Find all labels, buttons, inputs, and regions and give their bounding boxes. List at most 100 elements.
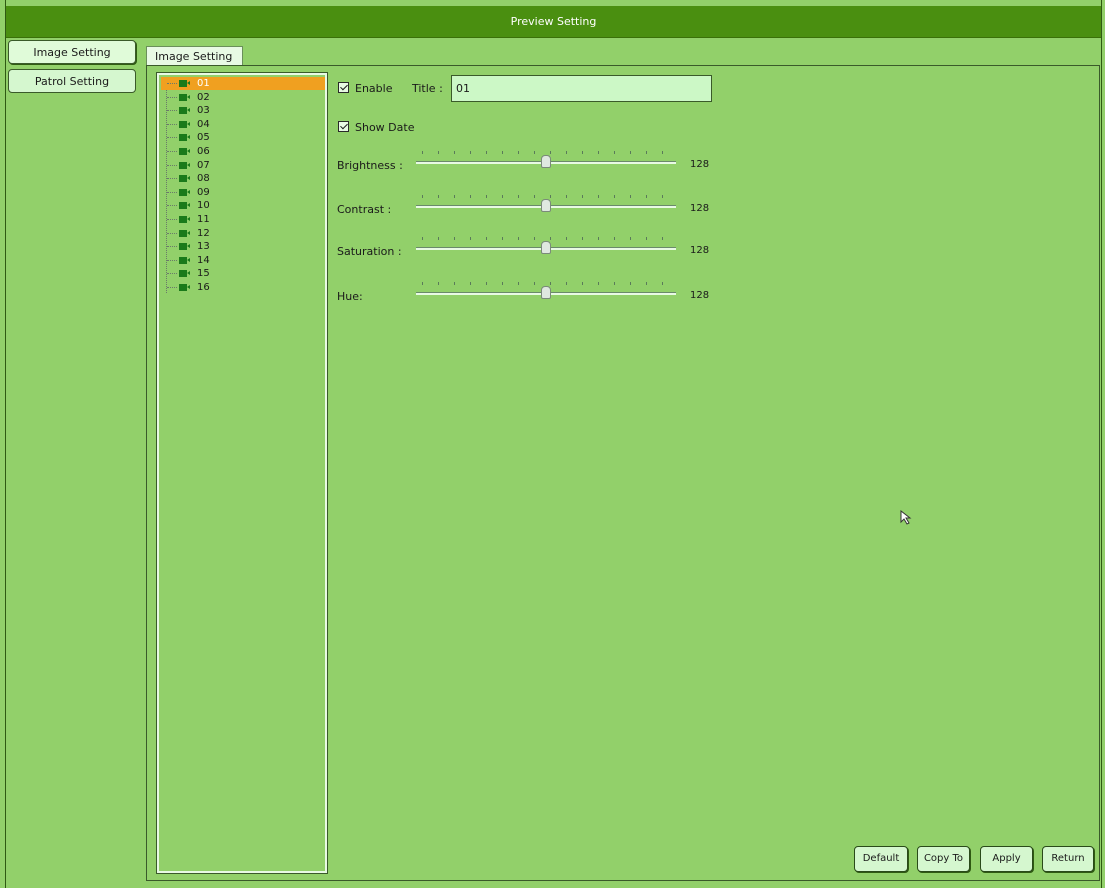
slider-label-3: Hue:	[337, 290, 363, 303]
tree-branch-line	[167, 246, 177, 248]
camera-icon	[179, 229, 190, 237]
slider-thumb[interactable]	[541, 155, 551, 168]
slider-label-0: Brightness :	[337, 159, 403, 172]
slider-tick	[438, 237, 439, 240]
slider-1[interactable]	[416, 195, 676, 217]
tree-item-channel-09[interactable]: 09	[161, 186, 325, 199]
window-title: Preview Setting	[6, 6, 1101, 38]
copy-to-button[interactable]: Copy To	[917, 846, 970, 872]
sidebar-item-image-setting[interactable]: Image Setting	[8, 40, 136, 64]
tree-item-channel-08[interactable]: 08	[161, 172, 325, 185]
camera-icon	[179, 161, 190, 169]
slider-tick	[454, 151, 455, 154]
slider-tick	[598, 195, 599, 198]
slider-tick	[422, 195, 423, 198]
slider-2[interactable]	[416, 237, 676, 259]
tree-branch-line	[167, 151, 177, 152]
slider-3[interactable]	[416, 282, 676, 304]
slider-tick	[486, 282, 487, 285]
camera-icon	[179, 93, 190, 101]
return-button[interactable]: Return	[1042, 846, 1094, 872]
channel-label: 13	[197, 241, 210, 253]
title-label: Title :	[412, 82, 443, 95]
slider-0[interactable]	[416, 151, 676, 173]
tree-branch-line	[167, 287, 177, 288]
tree-branch-line	[167, 205, 177, 207]
slider-tick	[518, 237, 519, 240]
slider-tick	[550, 151, 551, 154]
channel-label: 06	[197, 146, 210, 157]
sidebar-item-patrol-setting[interactable]: Patrol Setting	[8, 69, 136, 93]
slider-tick	[630, 282, 631, 285]
channel-label: 04	[197, 118, 210, 130]
slider-thumb[interactable]	[541, 286, 551, 299]
slider-tick	[534, 237, 535, 240]
window-frame-right	[1101, 0, 1102, 888]
camera-icon	[179, 270, 190, 278]
channel-label: 03	[197, 105, 210, 117]
tree-item-channel-13[interactable]: 13	[161, 240, 325, 253]
slider-tick	[534, 151, 535, 154]
slider-tick	[566, 237, 567, 240]
slider-tick	[646, 151, 647, 154]
camera-icon	[179, 284, 190, 291]
mouse-cursor-icon	[900, 510, 912, 525]
slider-tick	[438, 195, 439, 198]
tree-item-channel-05[interactable]: 05	[161, 131, 325, 144]
slider-tick	[502, 195, 503, 198]
camera-icon	[179, 216, 190, 223]
slider-label-1: Contrast :	[337, 203, 392, 216]
slider-tick	[614, 282, 615, 285]
slider-tick	[582, 237, 583, 240]
tree-branch-line	[167, 219, 177, 220]
slider-thumb[interactable]	[541, 241, 551, 254]
slider-tick	[454, 195, 455, 198]
tree-item-channel-16[interactable]: 16	[161, 281, 325, 294]
tree-branch-line	[167, 137, 177, 139]
tree-branch-line	[167, 164, 177, 166]
slider-tick	[534, 282, 535, 285]
title-input[interactable]	[451, 75, 712, 102]
channel-label: 10	[197, 200, 210, 212]
channel-label: 02	[197, 91, 210, 103]
camera-icon	[179, 175, 190, 183]
tree-item-channel-06[interactable]: 06	[161, 145, 325, 158]
show-date-label: Show Date	[355, 121, 415, 134]
camera-icon	[179, 120, 190, 128]
tree-item-channel-15[interactable]: 15	[161, 267, 325, 280]
slider-tick	[470, 151, 471, 154]
channel-label: 11	[197, 214, 210, 225]
slider-tick	[566, 195, 567, 198]
slider-tick	[422, 282, 423, 285]
tree-item-channel-01[interactable]: 01	[161, 77, 325, 90]
channel-tree[interactable]: 01 02 03 04 05 06 07 08 09 10 11 12 13 14 15 16	[156, 72, 328, 874]
camera-icon	[179, 188, 190, 196]
default-button[interactable]: Default	[854, 846, 908, 872]
slider-tick	[662, 151, 663, 154]
tree-item-channel-14[interactable]: 14	[161, 254, 325, 267]
tree-item-channel-11[interactable]: 11	[161, 213, 325, 226]
slider-value-1: 128	[690, 203, 710, 214]
tree-branch-line	[167, 273, 177, 275]
tree-item-channel-10[interactable]: 10	[161, 199, 325, 212]
tree-item-channel-02[interactable]: 02	[161, 91, 325, 104]
show-date-checkbox[interactable]	[338, 121, 349, 132]
camera-icon	[179, 243, 190, 251]
slider-tick	[502, 282, 503, 285]
slider-tick	[470, 282, 471, 285]
slider-tick	[470, 195, 471, 198]
tree-item-channel-04[interactable]: 04	[161, 118, 325, 131]
slider-tick	[630, 195, 631, 198]
tree-item-channel-12[interactable]: 12	[161, 227, 325, 240]
channel-label: 14	[197, 254, 210, 266]
tree-item-channel-07[interactable]: 07	[161, 159, 325, 172]
tab-image-setting[interactable]: Image Setting	[146, 46, 243, 66]
tree-item-channel-03[interactable]: 03	[161, 104, 325, 117]
slider-thumb[interactable]	[541, 199, 551, 212]
channel-label: 08	[197, 173, 210, 185]
slider-tick	[438, 282, 439, 285]
enable-checkbox[interactable]	[338, 82, 349, 93]
apply-button[interactable]: Apply	[980, 846, 1033, 872]
channel-label: 01	[197, 78, 210, 89]
slider-tick	[518, 151, 519, 154]
